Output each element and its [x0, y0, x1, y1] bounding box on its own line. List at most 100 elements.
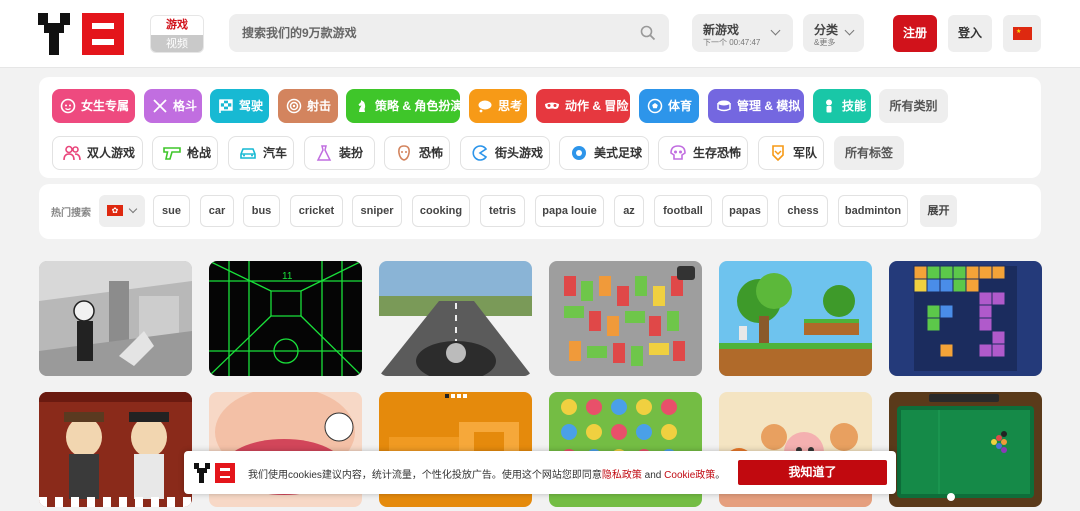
china-flag-icon: ★	[1013, 27, 1032, 40]
tag-survival-horror[interactable]: 生存恐怖	[658, 136, 748, 170]
chevron-down-icon	[770, 25, 781, 36]
keyword-sniper[interactable]: sniper	[352, 195, 402, 227]
all-tags-button[interactable]: 所有标签	[834, 136, 904, 170]
soccer-ball-icon	[647, 98, 663, 114]
category-action-adventure[interactable]: 动作 & 冒险	[536, 89, 630, 123]
category-label: 动作 & 冒险	[565, 99, 629, 113]
tag-label: 美式足球	[594, 146, 643, 160]
y8-logo[interactable]	[38, 13, 126, 55]
cookie-banner: 我们使用cookies建议内容，统计流量，个性化投放广告。使用这个网站您即同意隐…	[184, 451, 896, 494]
cookie-text: 我们使用cookies建议内容，统计流量，个性化投放广告。使用这个网站您即同意	[248, 470, 602, 481]
new-games-label: 新游戏	[703, 23, 740, 37]
tag-label: 双人游戏	[87, 146, 136, 160]
all-categories-button[interactable]: 所有类别	[879, 89, 948, 123]
category-girls[interactable]: 女生专属	[52, 89, 135, 123]
tab-games[interactable]: 游戏	[151, 16, 203, 35]
cookie-accept-button[interactable]: 我知道了	[738, 460, 887, 485]
tag-two-player[interactable]: 双人游戏	[52, 136, 143, 170]
tag-arcade[interactable]: 街头游戏	[460, 136, 550, 170]
tag-car[interactable]: 汽车	[228, 136, 294, 170]
search-input[interactable]	[229, 14, 629, 52]
site-header: 游戏 视频 新游戏 下一个 00:47:47 分类 &更多 注册 登入 ★	[0, 0, 1080, 68]
tag-horror[interactable]: 恐怖	[384, 136, 450, 170]
search-bar	[229, 14, 669, 52]
girl-icon	[60, 98, 76, 114]
keyword-badminton[interactable]: badminton	[838, 195, 908, 227]
category-sports[interactable]: 体育	[639, 89, 699, 123]
categories-sub: &更多	[814, 38, 836, 47]
category-shooting[interactable]: 射击	[278, 89, 338, 123]
hong-kong-flag-icon: ✿	[107, 205, 123, 216]
category-strategy-rpg[interactable]: 策略 & 角色扮演	[346, 89, 463, 123]
category-label: 格斗	[173, 99, 198, 113]
tab-videos[interactable]: 视频	[151, 35, 203, 52]
chevron-down-icon	[128, 204, 138, 214]
thought-bubble-icon	[478, 100, 492, 113]
category-fighting[interactable]: 格斗	[144, 89, 202, 123]
game-thumb-motorbike-highway[interactable]	[379, 261, 532, 376]
keyword-tetris[interactable]: tetris	[480, 195, 525, 227]
language-selector[interactable]: ★	[1003, 15, 1041, 52]
region-selector[interactable]: ✿	[99, 195, 145, 227]
search-icon[interactable]	[640, 25, 656, 41]
mask-icon	[545, 102, 559, 109]
category-puzzle[interactable]: 思考	[469, 89, 527, 123]
categories-panel: 女生专属 格斗 驾驶 射击 策略 & 角色扮演 思考 动作 & 冒险 体育 管理…	[39, 77, 1041, 178]
category-management-sim[interactable]: 管理 & 模拟	[708, 89, 804, 123]
category-label: 策略 & 角色扮演	[375, 99, 463, 113]
game-thumb-pool-billiards[interactable]	[889, 392, 1042, 507]
category-skill[interactable]: 技能	[813, 89, 871, 123]
register-button[interactable]: 注册	[893, 15, 937, 52]
target-icon	[286, 98, 302, 114]
keyword-chess[interactable]: chess	[778, 195, 828, 227]
game-thumb-cowboy-duel[interactable]	[39, 392, 192, 507]
login-button[interactable]: 登入	[948, 15, 992, 52]
game-thumb-stickman-office[interactable]	[39, 261, 192, 376]
categories-dropdown[interactable]: 分类 &更多	[803, 14, 864, 52]
category-label: 女生专属	[81, 99, 130, 113]
new-games-dropdown[interactable]: 新游戏 下一个 00:47:47	[692, 14, 793, 52]
chevron-down-icon	[844, 25, 855, 36]
categories-label: 分类	[814, 23, 839, 37]
cookie-message: 我们使用cookies建议内容，统计流量，个性化投放广告。使用这个网站您即同意隐…	[248, 466, 725, 481]
dress-icon	[316, 145, 332, 161]
keyword-papa-louie[interactable]: papa louie	[535, 195, 604, 227]
cookie-policy-link[interactable]: Cookie政策	[664, 470, 715, 481]
keyword-football[interactable]: football	[654, 195, 712, 227]
keyword-cooking[interactable]: cooking	[412, 195, 470, 227]
category-driving[interactable]: 驾驶	[210, 89, 269, 123]
skill-icon	[826, 99, 832, 113]
tag-dress-up[interactable]: 装扮	[304, 136, 375, 170]
tag-american-football[interactable]: 美式足球	[559, 136, 649, 170]
game-thumb-parking-jam[interactable]	[549, 261, 702, 376]
horror-icon	[398, 145, 410, 161]
management-icon	[717, 100, 731, 112]
car-icon	[240, 148, 256, 159]
pacman-icon	[472, 145, 488, 161]
tag-label: 军队	[793, 146, 818, 160]
game-thumb-neon-tunnel[interactable]: 11	[209, 261, 362, 376]
tag-military[interactable]: 军队	[758, 136, 824, 170]
tag-gun[interactable]: 枪战	[152, 136, 218, 170]
hot-searches-label: 热门搜索	[51, 208, 91, 219]
category-label: 管理 & 模拟	[737, 99, 801, 113]
keyword-papas[interactable]: papas	[722, 195, 768, 227]
expand-button[interactable]: 展开	[920, 195, 957, 227]
keyword-car[interactable]: car	[200, 195, 234, 227]
privacy-policy-link[interactable]: 隐私政策	[602, 470, 642, 481]
chess-knight-icon	[358, 100, 366, 112]
hot-searches-panel: 热门搜索 ✿ sue car bus cricket sniper cookin…	[39, 184, 1041, 239]
keyword-az[interactable]: az	[614, 195, 644, 227]
category-label: 思考	[498, 99, 523, 113]
new-games-timer: 下一个 00:47:47	[703, 38, 761, 47]
game-thumb-pixel-platformer[interactable]	[719, 261, 872, 376]
keyword-bus[interactable]: bus	[243, 195, 280, 227]
keyword-sue[interactable]: sue	[153, 195, 190, 227]
tag-label: 汽车	[263, 146, 288, 160]
tag-label: 枪战	[187, 146, 212, 160]
category-label: 驾驶	[239, 99, 264, 113]
content-type-switch: 游戏 视频	[150, 15, 204, 53]
tag-label: 生存恐怖	[693, 146, 742, 160]
keyword-cricket[interactable]: cricket	[290, 195, 343, 227]
game-thumb-block-puzzle[interactable]	[889, 261, 1042, 376]
